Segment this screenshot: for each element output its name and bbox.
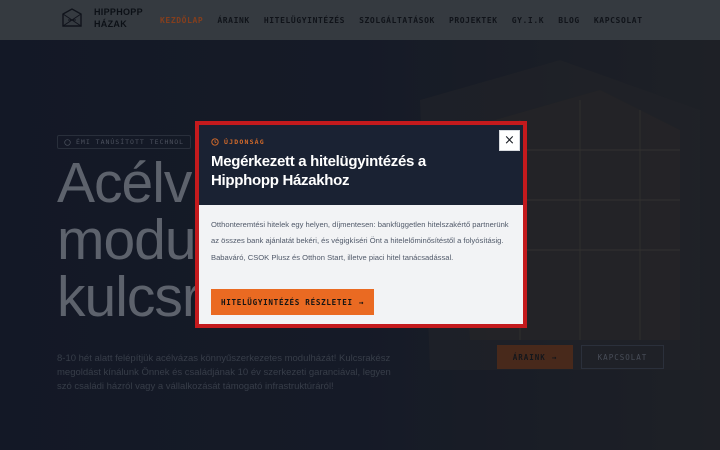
arrow-right-icon: → xyxy=(358,297,365,307)
modal-tag: ÚJDONSÁG xyxy=(211,138,265,146)
modal-title: Megérkezett a hitelügyintézés a Hipphopp… xyxy=(211,153,426,189)
modal-body-text: Otthonteremtési hitelek egy helyen, díjm… xyxy=(211,220,509,262)
close-button[interactable]: × xyxy=(499,130,520,151)
loan-details-button[interactable]: HITELÜGYINTÉZÉS RÉSZLETEI → xyxy=(211,289,374,315)
modal-tag-label: ÚJDONSÁG xyxy=(224,138,265,146)
announcement-modal: ÚJDONSÁG Megérkezett a hitelügyintézés a… xyxy=(195,121,527,328)
loan-details-button-label: HITELÜGYINTÉZÉS RÉSZLETEI xyxy=(220,297,353,307)
clock-icon xyxy=(211,138,219,146)
modal-header: ÚJDONSÁG Megérkezett a hitelügyintézés a… xyxy=(199,125,523,205)
